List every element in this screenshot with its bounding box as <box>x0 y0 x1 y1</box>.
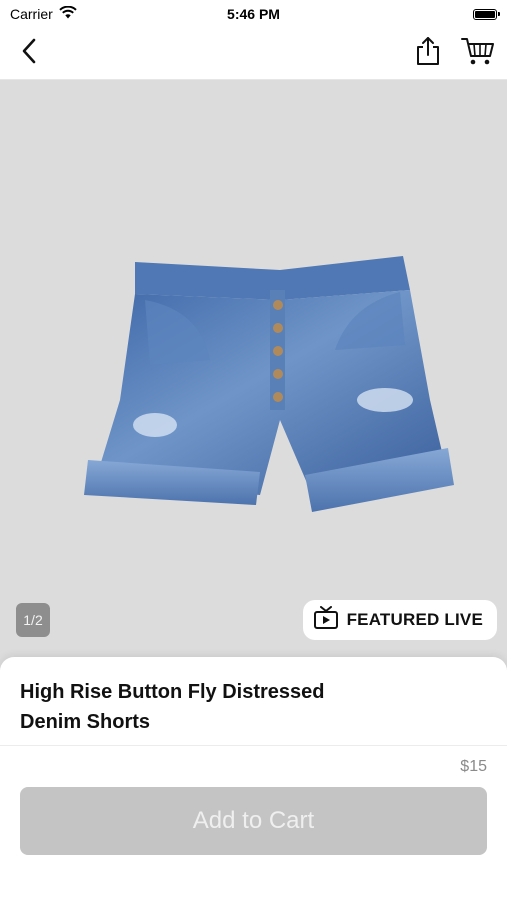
battery-icon <box>473 8 500 20</box>
cart-icon <box>461 36 495 71</box>
product-price: $15 <box>460 758 487 775</box>
page-indicator: 1/2 <box>16 603 50 637</box>
add-to-cart-button[interactable]: Add to Cart <box>20 787 487 855</box>
cart-button[interactable] <box>461 37 495 71</box>
chevron-left-icon <box>21 38 37 69</box>
share-icon <box>415 36 441 71</box>
wifi-icon <box>59 5 77 22</box>
carrier-label: Carrier <box>10 6 53 22</box>
status-bar: Carrier 5:46 PM <box>0 0 507 28</box>
product-photo <box>80 250 470 530</box>
tv-play-icon <box>313 605 339 635</box>
product-info-sheet: High Rise Button Fly Distressed Denim Sh… <box>0 657 507 900</box>
back-button[interactable] <box>12 37 46 71</box>
share-button[interactable] <box>411 37 445 71</box>
product-image-gallery[interactable]: 1/2 FEATURED LIVE <box>0 80 507 670</box>
product-title: High Rise Button Fly Distressed Denim Sh… <box>20 681 325 733</box>
divider <box>0 745 507 746</box>
featured-live-badge[interactable]: FEATURED LIVE <box>302 600 497 640</box>
nav-bar <box>0 28 507 80</box>
nav-actions <box>411 37 495 71</box>
status-left: Carrier <box>10 5 77 22</box>
featured-live-label: FEATURED LIVE <box>346 610 483 629</box>
